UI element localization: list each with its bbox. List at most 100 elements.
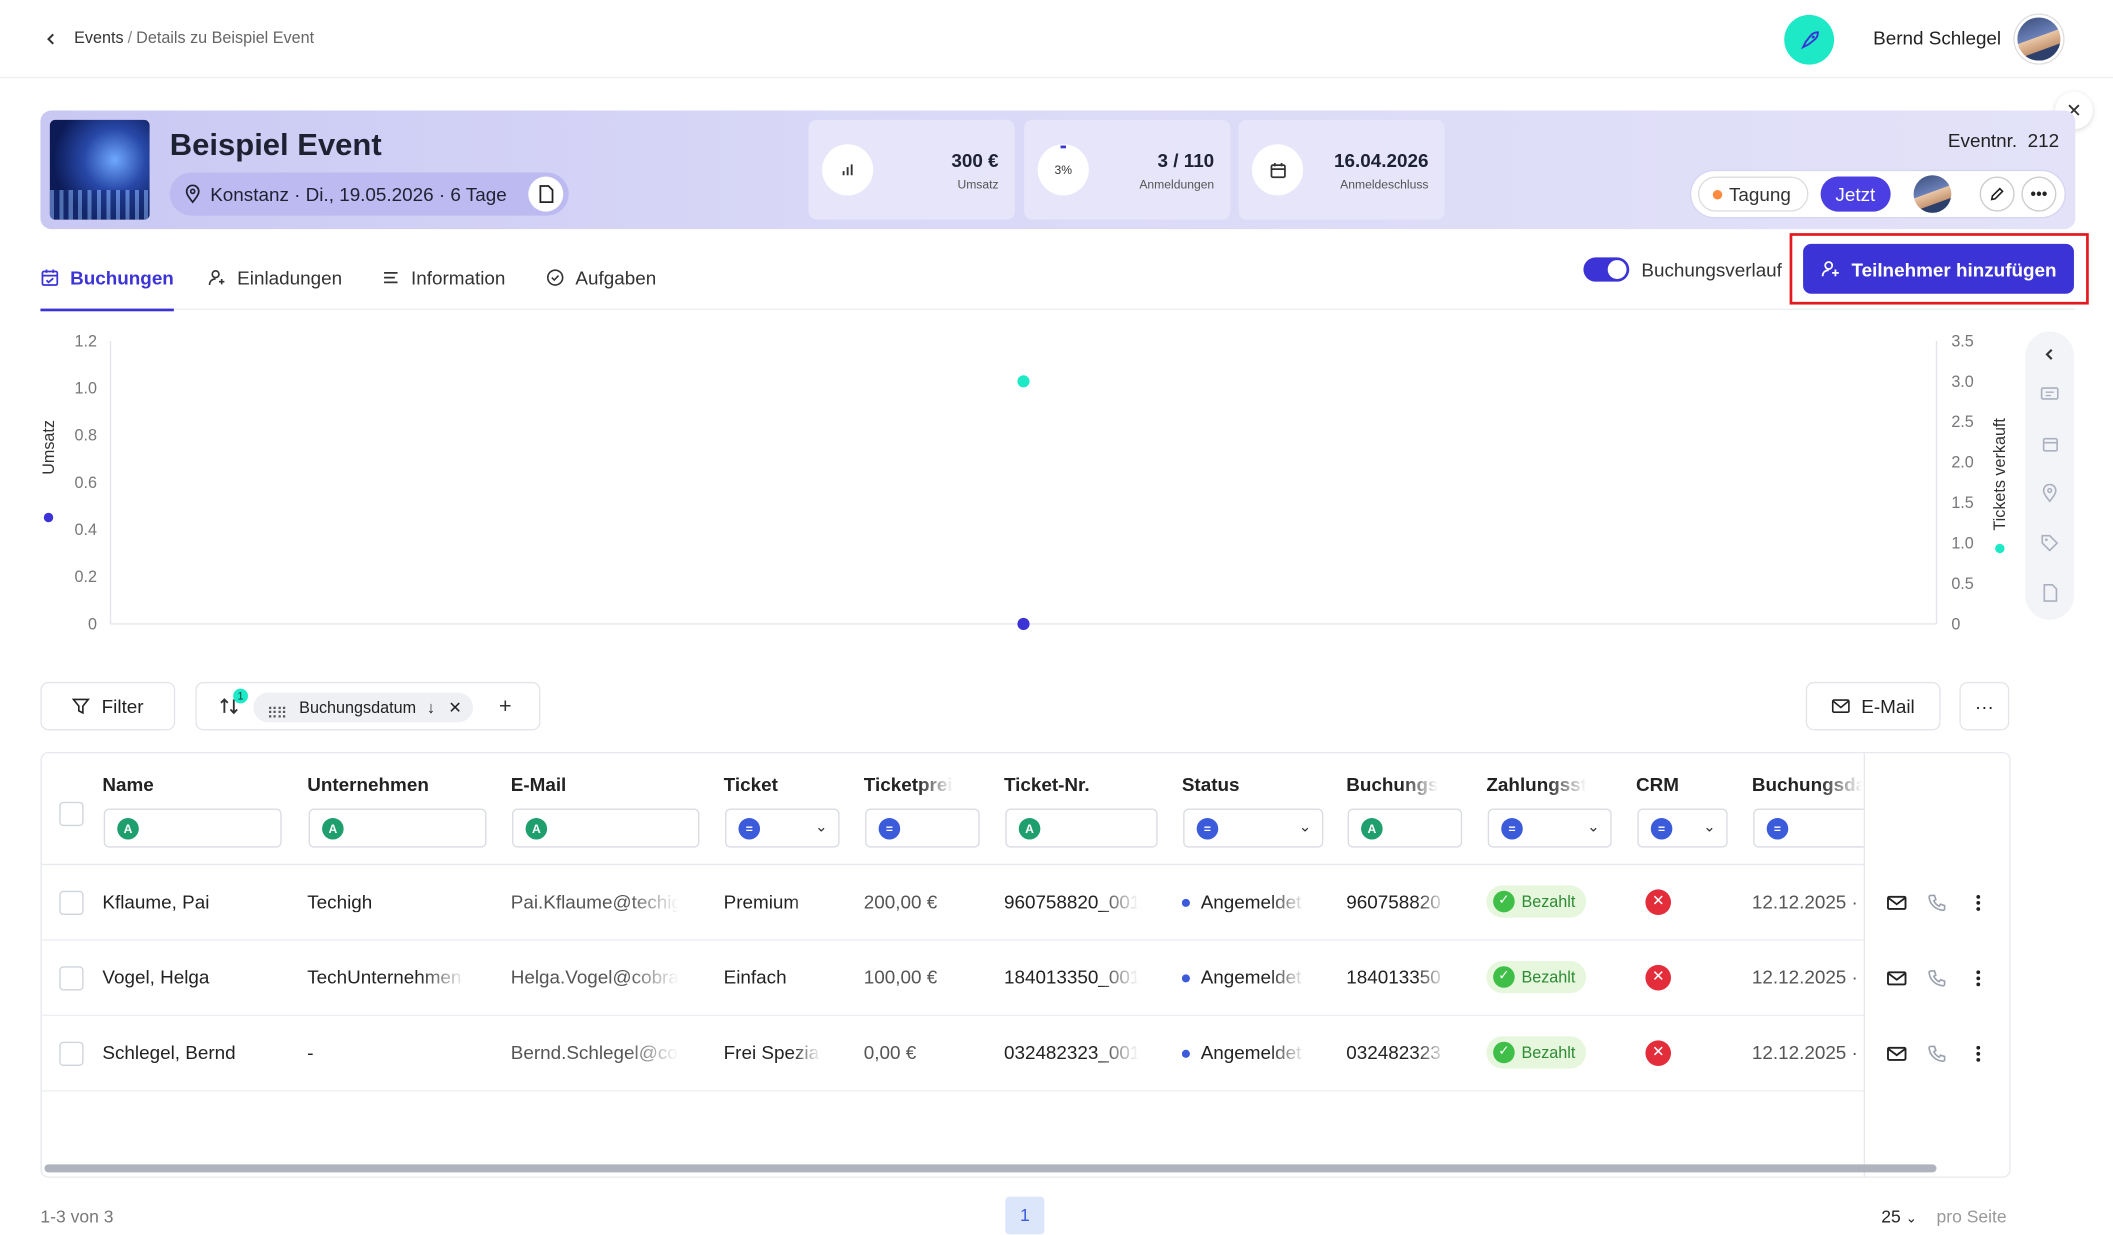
booking-history-chart: 1.2 1.0 0.8 0.6 0.4 0.2 0 3.5 3.0 2.5 2.0 1.5 1.0 0.5… [40,332,2009,633]
tag-icon[interactable] [2038,531,2062,555]
filter-operator-icon[interactable]: = [1766,817,1789,840]
left-axis-tick: 0.8 [75,427,97,445]
filter-operator-icon[interactable]: = [738,817,761,840]
cell-company: TechUnternehmen [307,966,462,988]
arrow-down-icon[interactable]: ↓ [427,698,435,717]
back-chevron-icon[interactable] [38,26,65,53]
column-header[interactable]: CRM [1636,774,1717,796]
filter-operator-icon[interactable]: = [1196,817,1219,840]
chevron-down-icon: ⌄ [1905,1211,1917,1227]
row-checkbox[interactable] [59,890,84,916]
column-filter-input[interactable]: A [103,808,282,848]
avatar[interactable] [2014,14,2064,64]
column-header[interactable]: Unternehmen [307,774,482,796]
column-filter-input[interactable]: = ⌄ [1637,808,1728,848]
ticket-icon[interactable] [2038,381,2062,405]
mail-icon[interactable] [1884,966,1908,990]
add-sort-icon[interactable]: + [491,693,521,723]
column-filter-input[interactable]: A [308,808,487,848]
filter-operator-icon[interactable]: = [878,817,901,840]
right-axis-tick: 3.0 [1951,373,1973,391]
row-more-icon[interactable] [1966,891,1990,915]
column-filter-input[interactable]: A [1347,808,1463,848]
filter-operator-icon[interactable]: A [322,817,344,840]
calendar-icon[interactable] [2038,431,2062,455]
row-actions-column [1863,753,2010,1177]
column-header[interactable]: Buchungsdatum [1752,774,1863,796]
column-header[interactable]: Ticket [724,774,818,796]
organizer-avatar[interactable] [1913,175,1952,213]
filter-button[interactable]: Filter [40,681,176,731]
mail-icon[interactable] [1884,1042,1908,1066]
column-header[interactable]: E-Mail [511,774,700,796]
document-icon[interactable] [2038,581,2062,605]
phone-icon[interactable] [1924,891,1948,915]
page-button-1[interactable]: 1 [1005,1196,1045,1235]
column-filter-input[interactable]: A [512,808,700,848]
cell-email[interactable]: Bernd.Schlegel@cobra.de [511,1042,679,1064]
column-header[interactable]: Name [102,774,277,796]
tab-aufgaben[interactable]: Aufgaben [546,245,656,310]
location-pin-icon[interactable] [2038,481,2062,505]
table-row[interactable]: Kflaume, Pai Techigh Pai.Kflaume@techigh… [41,865,2010,941]
right-axis-tick: 0 [1951,615,1960,633]
progress-ring-icon: 3% [1037,144,1089,196]
row-checkbox[interactable] [59,966,84,991]
document-icon[interactable] [528,176,564,212]
breadcrumb-events-link[interactable]: Events [74,28,123,47]
table-row[interactable]: Vogel, Helga TechUnternehmen Helga.Vogel… [41,941,2010,1017]
horizontal-scrollbar[interactable] [44,1164,1937,1173]
filter-operator-icon[interactable]: A [1361,817,1383,840]
mail-icon [1832,699,1850,714]
rocket-icon[interactable] [1784,14,1835,65]
column-header[interactable]: Status [1182,774,1311,796]
mail-icon[interactable] [1884,891,1908,915]
more-dots-icon[interactable]: ··· [1959,681,2010,731]
tab-information[interactable]: Information [381,245,505,310]
column-header[interactable]: Ticketpreis [864,774,953,796]
cell-price: 0,00 € [863,1041,917,1064]
tab-information-label: Information [411,266,506,289]
cell-email[interactable]: Helga.Vogel@cobra.de [511,966,679,988]
cell-email[interactable]: Pai.Kflaume@techigh.de [511,891,679,913]
row-more-icon[interactable] [1966,966,1990,990]
column-header[interactable]: Ticket-Nr. [1004,774,1145,796]
column-header[interactable]: Zahlungsstatus [1486,774,1586,796]
column-filter-input[interactable]: = ⌄ [1183,808,1324,848]
per-page-select[interactable]: 25 ⌄ [1881,1206,1917,1226]
tab-einladungen[interactable]: Einladungen [208,245,342,310]
row-checkbox[interactable] [59,1041,84,1066]
breadcrumb: Events / Details zu Beispiel Event [74,28,314,47]
filter-operator-icon[interactable]: A [525,817,548,840]
filter-operator-icon[interactable]: = [1501,817,1523,840]
sort-chip[interactable]: ⠿⠿ Buchungsdatum ↓ ✕ [253,692,473,723]
phone-icon[interactable] [1924,1042,1948,1066]
filter-operator-icon[interactable]: = [1650,817,1673,840]
select-all-checkbox[interactable] [59,801,84,827]
column-filter-input[interactable]: = [1753,808,1875,848]
tab-buchungen[interactable]: Buchungen [40,245,174,312]
user-name[interactable]: Bernd Schlegel [1873,27,2001,49]
highlight-box [1789,233,2089,305]
email-button[interactable]: E-Mail [1805,681,1941,731]
table-row[interactable]: Schlegel, Bernd - Bernd.Schlegel@cobra.d… [41,1016,2010,1092]
edit-pencil-icon[interactable] [1979,176,2015,212]
event-tag[interactable]: Tagung [1697,176,1809,212]
column-filter-input[interactable]: A [1005,808,1158,848]
column-filter-input[interactable]: = [865,808,980,848]
column-filter-input[interactable]: = ⌄ [1487,808,1612,848]
collapse-chevron-icon[interactable] [2038,342,2062,366]
drag-grid-icon[interactable]: ⠿⠿ [267,699,287,729]
now-button[interactable]: Jetzt [1820,176,1891,212]
stat-registrations-value: 3 / 110 [1157,149,1215,172]
column-filter-input[interactable]: = ⌄ [725,808,840,848]
column-header[interactable]: Buchungsnr. [1346,774,1438,796]
history-toggle[interactable] [1583,257,1630,282]
more-dots-icon[interactable]: ••• [2021,176,2057,212]
filter-operator-icon[interactable]: A [117,817,139,840]
phone-icon[interactable] [1924,966,1948,990]
row-more-icon[interactable] [1966,1042,1990,1066]
remove-sort-icon[interactable]: ✕ [448,698,462,717]
filter-operator-icon[interactable]: A [1018,817,1041,840]
history-toggle-label: Buchungsverlauf [1641,258,1782,281]
